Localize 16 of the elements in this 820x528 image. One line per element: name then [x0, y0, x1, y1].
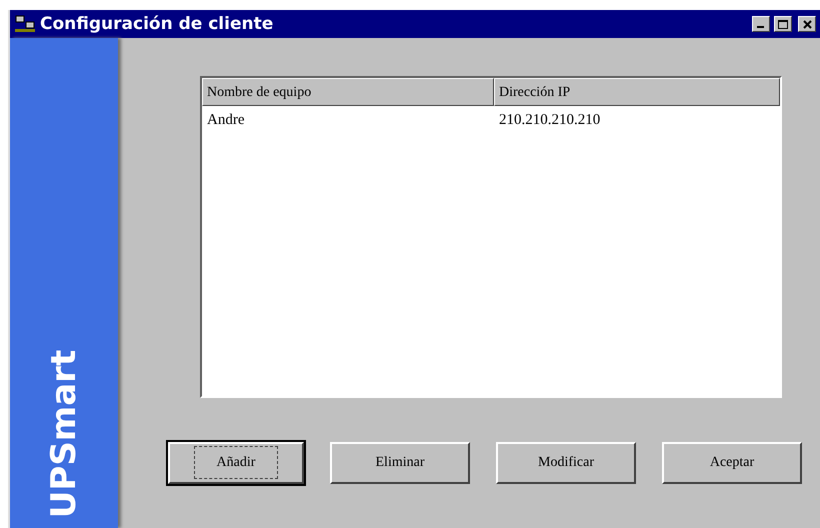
- close-icon: [802, 20, 812, 28]
- window-title: Configuración de cliente: [40, 14, 274, 34]
- minimize-button[interactable]: [752, 16, 770, 32]
- table-cell-text: Andre: [206, 111, 246, 130]
- computers-icon: [14, 14, 36, 34]
- table-cell-text: 210.210.210.210: [498, 111, 602, 130]
- maximize-button[interactable]: [774, 16, 792, 32]
- dialog-button[interactable]: Añadir: [168, 442, 304, 484]
- dialog-button[interactable]: Eliminar: [330, 442, 470, 484]
- dialog-button[interactable]: Modificar: [496, 442, 636, 484]
- dialog-button[interactable]: Aceptar: [662, 442, 802, 484]
- close-button[interactable]: [798, 16, 816, 32]
- brand-label: UPSmart: [43, 348, 85, 520]
- column-header[interactable]: Dirección IP: [494, 78, 780, 106]
- column-header[interactable]: Nombre de equipo: [202, 78, 494, 106]
- maximize-icon: [778, 20, 788, 28]
